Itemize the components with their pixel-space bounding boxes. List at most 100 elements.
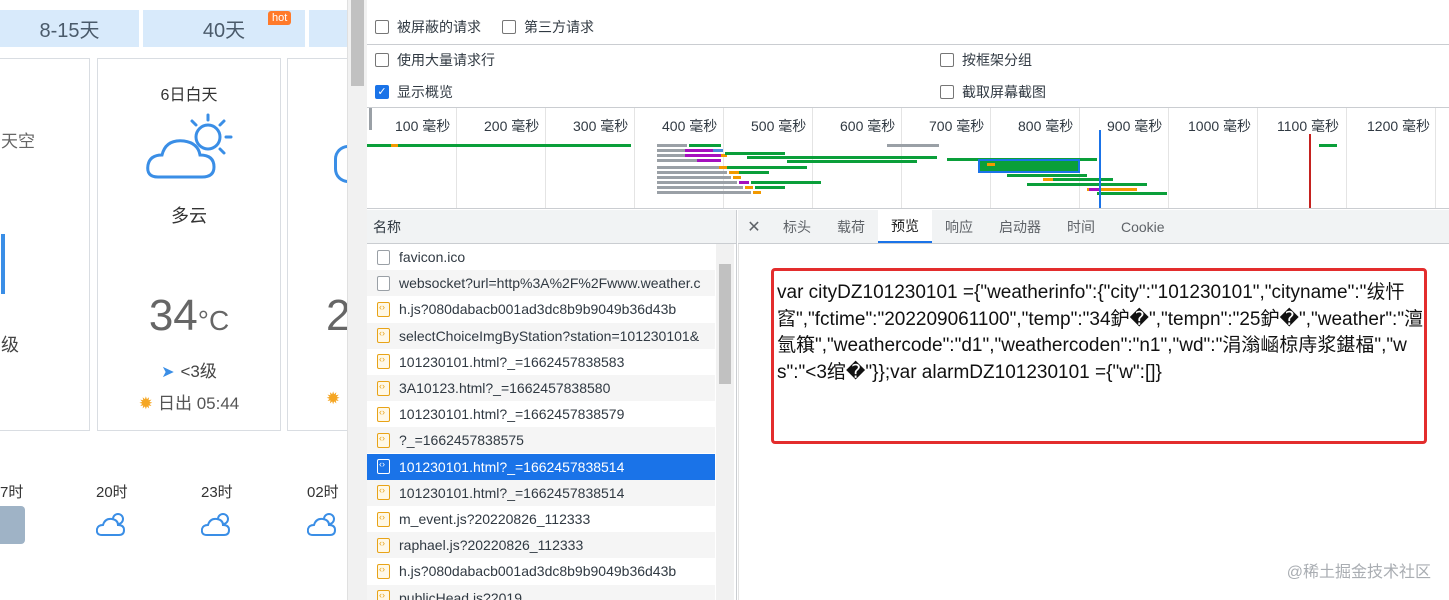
option-large-rows[interactable]: 使用大量请求行 <box>375 50 495 70</box>
request-name: 101230101.html?_=1662457838583 <box>399 353 625 370</box>
tab-8-15-days[interactable]: 8-15天 <box>0 10 139 47</box>
checkbox[interactable] <box>375 20 389 34</box>
script-file-icon <box>377 354 390 370</box>
filter-third-party[interactable]: 第三方请求 <box>502 17 594 37</box>
sun-icon: ✹ <box>326 389 341 408</box>
name-column-header[interactable]: 名称 <box>367 210 736 244</box>
tab-preview[interactable]: 预览 <box>878 210 932 243</box>
checkbox-label: 按框架分组 <box>962 52 1032 68</box>
card-temperature: 34°C <box>98 291 280 341</box>
weather-page: 8-15天 40天 hot 天空 级 6日白天 多云 34°C ➤ <3级 ✹ … <box>0 0 347 600</box>
request-row[interactable]: 101230101.html?_=1662457838579 <box>367 401 715 427</box>
tab-40-days[interactable]: 40天 hot <box>143 10 305 47</box>
script-file-icon <box>377 590 390 600</box>
level-text: 级 <box>1 335 19 355</box>
checkbox-label: 显示概览 <box>397 84 453 100</box>
checkbox-checked[interactable]: ✓ <box>375 85 389 99</box>
forecast-card-partial-right: 2 ✹ <box>287 58 347 431</box>
file-icon <box>377 275 390 291</box>
script-file-icon <box>377 537 390 553</box>
scrollbar-thumb[interactable] <box>719 264 731 384</box>
request-row[interactable]: selectChoiceImgByStation?station=1012301… <box>367 322 715 349</box>
script-file-icon <box>377 459 390 475</box>
request-detail-panel: ✕ 标头 载荷 预览 响应 启动器 时间 Cookie var cityDZ10… <box>738 210 1449 600</box>
tab-label: 40天 <box>202 20 246 42</box>
filter-blocked-requests[interactable]: 被屏蔽的请求 <box>375 17 481 37</box>
request-list-scrollbar[interactable] <box>716 244 734 600</box>
temp-value: 34 <box>148 291 198 340</box>
option-show-overview[interactable]: ✓ 显示概览 <box>375 82 453 102</box>
request-row[interactable]: 101230101.html?_=1662457838583 <box>367 349 715 375</box>
forecast-card-partial-left: 天空 级 <box>0 58 90 431</box>
checkbox[interactable] <box>375 53 389 67</box>
request-row[interactable]: publicHead.js?2019 <box>367 584 715 600</box>
request-name: 101230101.html?_=1662457838514 <box>399 484 625 501</box>
detail-tabs: ✕ 标头 载荷 预览 响应 启动器 时间 Cookie <box>738 210 1449 244</box>
script-file-icon <box>377 563 390 579</box>
request-name: ?_=1662457838575 <box>399 432 524 449</box>
script-file-icon <box>377 485 390 501</box>
overview-timeline[interactable]: 100 毫秒 200 毫秒 300 毫秒 400 毫秒 500 毫秒 600 毫… <box>367 107 1449 209</box>
watermark: @稀土掘金技术社区 <box>1286 564 1431 581</box>
temp-unit: °C <box>197 305 230 336</box>
tab-label: 预览 <box>891 217 919 234</box>
tab-initiator[interactable]: 启动器 <box>986 210 1054 243</box>
tab-response[interactable]: 响应 <box>932 210 986 243</box>
request-name: m_event.js?20220826_112333 <box>399 511 591 527</box>
request-name: 101230101.html?_=1662457838579 <box>399 406 625 423</box>
tab-cookies[interactable]: Cookie <box>1108 210 1178 243</box>
request-name: favicon.ico <box>399 249 466 265</box>
request-row[interactable]: websocket?url=http%3A%2F%2Fwww.weather.c <box>367 270 715 297</box>
divider <box>367 44 1449 45</box>
filter-toolbar-cropped <box>367 0 1449 6</box>
script-file-icon <box>377 301 390 317</box>
script-file-icon <box>377 380 390 396</box>
card-date: 6日白天 <box>160 87 218 104</box>
forecast-card-day6: 6日白天 多云 34°C ➤ <3级 ✹ 日出 05:44 <box>97 58 281 431</box>
request-row[interactable]: ?_=1662457838575 <box>367 427 715 454</box>
card-sunrise: ✹ 日出 05:44 <box>98 389 280 414</box>
hour-weather-icon <box>0 506 25 544</box>
scrollbar-thumb[interactable] <box>351 0 364 86</box>
column-header-label: 名称 <box>373 218 401 235</box>
request-name: raphael.js?20220826_112333 <box>399 537 584 554</box>
partial-icon <box>1 234 5 294</box>
request-name: 101230101.html?_=1662457838514 <box>399 458 625 475</box>
checkbox[interactable] <box>940 53 954 67</box>
cloudy-sun-icon <box>200 510 235 543</box>
checkbox-label: 第三方请求 <box>524 19 594 35</box>
request-row-selected[interactable]: 101230101.html?_=1662457838514 <box>367 453 715 480</box>
request-row[interactable]: h.js?080dabacb001ad3dc8b9b9049b36d43b <box>367 296 715 322</box>
request-row[interactable]: 3A10123.html?_=1662457838580 <box>367 375 715 401</box>
request-row[interactable]: favicon.ico <box>367 244 715 270</box>
partial-cloud-icon <box>334 145 347 183</box>
card-condition: 多云 <box>171 206 207 226</box>
checkbox-label: 截取屏幕截图 <box>962 84 1046 100</box>
checkbox[interactable] <box>502 20 516 34</box>
request-list: 名称 favicon.ico websocket?url=http%3A%2F%2… <box>367 210 737 600</box>
request-name: selectChoiceImgByStation?station=1012301… <box>399 327 700 344</box>
devtools-network-panel: 被屏蔽的请求 第三方请求 使用大量请求行 按框架分组 ✓ 显示概览 截取屏幕截图 <box>367 0 1449 600</box>
cloudy-sun-icon <box>306 510 341 543</box>
tab-label: 标头 <box>783 218 811 235</box>
close-icon[interactable]: ✕ <box>738 210 770 243</box>
request-row[interactable]: h.js?080dabacb001ad3dc8b9b9049b36d43b <box>367 558 715 584</box>
option-capture-screenshots[interactable]: 截取屏幕截图 <box>940 82 1046 102</box>
tab-label: 启动器 <box>999 218 1041 235</box>
page-scrollbar[interactable] <box>347 0 367 600</box>
request-row[interactable]: 101230101.html?_=1662457838514 <box>367 479 715 506</box>
tab-payload[interactable]: 载荷 <box>824 210 878 243</box>
script-file-icon <box>377 432 390 448</box>
option-group-by-frame[interactable]: 按框架分组 <box>940 50 1032 70</box>
tab-partial[interactable] <box>309 10 347 47</box>
request-name: websocket?url=http%3A%2F%2Fwww.weather.c <box>399 275 701 292</box>
request-name: h.js?080dabacb001ad3dc8b9b9049b36d43b <box>399 563 677 580</box>
preview-highlight-box: var cityDZ101230101 ={"weatherinfo":{"ci… <box>771 268 1427 444</box>
request-row[interactable]: raphael.js?20220826_112333 <box>367 532 715 559</box>
tab-timing[interactable]: 时间 <box>1054 210 1108 243</box>
checkbox[interactable] <box>940 85 954 99</box>
hour-label: 7时 <box>0 484 24 501</box>
script-file-icon <box>377 511 390 527</box>
request-row[interactable]: m_event.js?20220826_112333 <box>367 506 715 532</box>
tab-headers[interactable]: 标头 <box>770 210 824 243</box>
